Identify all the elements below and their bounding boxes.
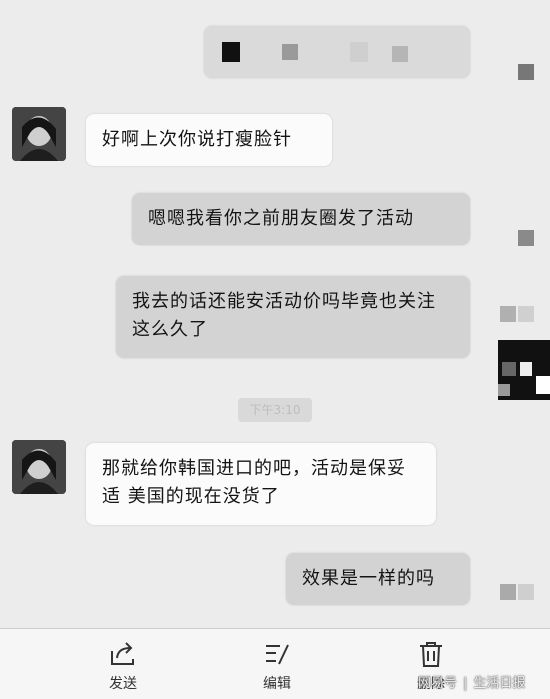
message-bubble[interactable]: 我去的话还能安活动价吗毕竟也关注这么久了: [116, 276, 470, 358]
contact-avatar[interactable]: [12, 440, 66, 494]
portrait-image: [12, 107, 66, 161]
watermark: 网易号 | 生活日报: [418, 672, 525, 691]
send-label: 发送: [109, 676, 137, 692]
message-bubble[interactable]: 好啊上次你说打瘦脸针: [86, 114, 332, 166]
message-bubble[interactable]: 那就给你韩国进口的吧，活动是保妥适 美国的现在没货了: [86, 443, 436, 525]
message-bubble[interactable]: 效果是一样的吗: [286, 553, 470, 605]
message-text: 我去的话还能安活动价吗毕竟也关注这么久了: [132, 291, 436, 340]
portrait-image: [12, 440, 66, 494]
trash-icon: [420, 642, 442, 667]
watermark-separator: |: [463, 676, 468, 691]
chat-area: 好啊上次你说打瘦脸针 嗯嗯我看你之前朋友圈发了活动 我去的话还能安活动价吗毕竟也…: [0, 0, 550, 628]
message-text: 效果是一样的吗: [302, 568, 435, 589]
timestamp: 下午3:10: [238, 398, 312, 422]
message-text: 那就给你韩国进口的吧，活动是保妥适 美国的现在没货了: [102, 458, 406, 507]
blurred-message-bubble[interactable]: [204, 26, 470, 78]
edit-label: 编辑: [263, 676, 291, 692]
message-bubble[interactable]: 嗯嗯我看你之前朋友圈发了活动: [132, 193, 470, 245]
edit-icon: [266, 644, 289, 665]
send-button[interactable]: 发送: [78, 629, 168, 699]
message-text: 好啊上次你说打瘦脸针: [102, 129, 292, 150]
share-icon: [111, 642, 134, 665]
watermark-source: 网易号: [418, 676, 458, 691]
message-text: 嗯嗯我看你之前朋友圈发了活动: [148, 208, 414, 229]
contact-avatar[interactable]: [12, 107, 66, 161]
edit-button[interactable]: 编辑: [232, 629, 322, 699]
watermark-brand: 生活日报: [473, 676, 526, 691]
